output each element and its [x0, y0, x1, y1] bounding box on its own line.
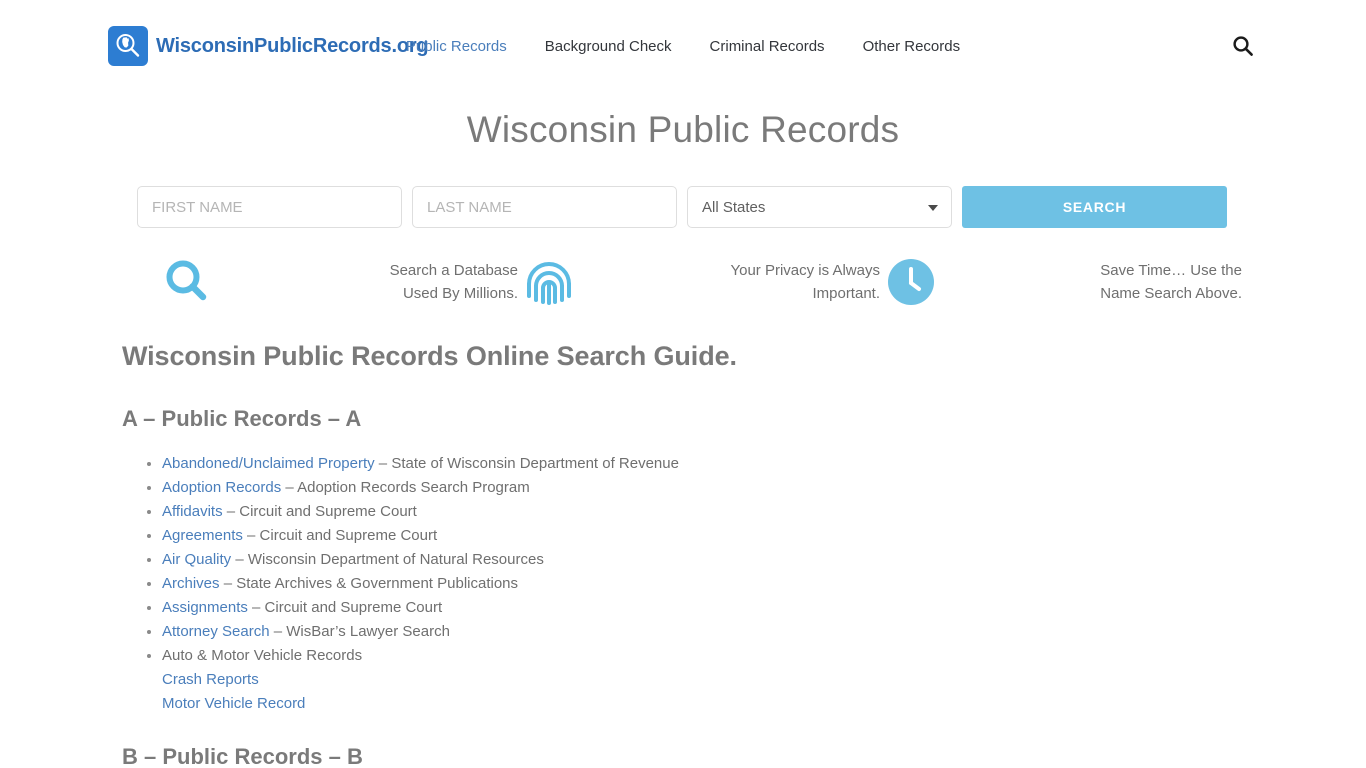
record-link[interactable]: Air Quality [162, 551, 231, 568]
record-description: – Circuit and Supreme Court [242, 527, 438, 544]
feature-text: Search a Database Used By Millions. [228, 259, 522, 306]
record-description: – State of Wisconsin Department of Reven… [374, 455, 679, 472]
state-select-wrapper: All States [687, 186, 952, 228]
record-link[interactable]: Abandoned/Unclaimed Property [162, 455, 375, 472]
record-link[interactable]: Affidavits [162, 503, 223, 520]
list-item: Agreements – Circuit and Supreme Court [147, 524, 1246, 548]
feature-strip: Search a Database Used By Millions. Your… [0, 255, 1366, 309]
nav-item-other-records[interactable]: Other Records [863, 38, 961, 55]
list-item: Crash Reports [162, 668, 1246, 692]
people-search-form: All States SEARCH [0, 186, 1366, 228]
list-item: Assignments – Circuit and Supreme Court [147, 596, 1246, 620]
nav-item-background-check[interactable]: Background Check [545, 38, 672, 55]
feature-line-1: Your Privacy is Always [730, 261, 880, 279]
list-item: Motor Vehicle Record [162, 692, 1246, 716]
record-description: – Circuit and Supreme Court [222, 503, 417, 520]
site-header: WisconsinPublicRecords.org Public Record… [0, 0, 1366, 92]
list-item: Air Quality – Wisconsin Department of Na… [147, 548, 1246, 572]
record-link[interactable]: Agreements [162, 527, 243, 544]
list-item-auto-motor-vehicle: Auto & Motor Vehicle Records Crash Repor… [147, 644, 1246, 716]
main-content: Wisconsin Public Records Online Search G… [0, 341, 1366, 768]
brand-name: WisconsinPublicRecords.org [156, 34, 429, 57]
record-link[interactable]: Attorney Search [162, 623, 270, 640]
header-search-toggle[interactable] [1228, 31, 1258, 61]
record-description: – Adoption Records Search Program [281, 479, 530, 496]
list-item: Attorney Search – WisBar’s Lawyer Search [147, 620, 1246, 644]
state-select[interactable]: All States [687, 186, 952, 228]
magnifier-wisconsin-icon [108, 26, 148, 66]
records-list-a: Abandoned/Unclaimed Property – State of … [122, 452, 1246, 716]
record-description: – WisBar’s Lawyer Search [269, 623, 450, 640]
site-logo[interactable]: WisconsinPublicRecords.org [108, 26, 429, 66]
first-name-input[interactable] [137, 186, 402, 228]
section-heading-a: A – Public Records – A [122, 406, 362, 431]
sub-record-link-motor-vehicle-record[interactable]: Motor Vehicle Record [162, 695, 305, 712]
record-description: – Circuit and Supreme Court [247, 599, 443, 616]
section-heading-b: B – Public Records – B [122, 744, 363, 768]
feature-text: Your Privacy is Always Important. [590, 259, 884, 306]
record-link[interactable]: Assignments [162, 599, 248, 616]
feature-line-1: Search a Database [389, 261, 518, 279]
record-label: Auto & Motor Vehicle Records [162, 647, 363, 664]
last-name-input[interactable] [412, 186, 677, 228]
search-icon [160, 255, 214, 309]
feature-line-2: Used By Millions. [402, 285, 518, 302]
list-item: Archives – State Archives & Government P… [147, 572, 1246, 596]
search-icon [1232, 36, 1254, 60]
feature-privacy: Your Privacy is Always Important. [522, 255, 884, 309]
page-title: Wisconsin Public Records [466, 109, 900, 150]
sub-record-link-crash-reports[interactable]: Crash Reports [162, 671, 259, 688]
fingerprint-icon [522, 255, 576, 309]
feature-text: Save Time… Use the Name Search Above. [952, 259, 1246, 306]
record-link[interactable]: Archives [162, 575, 220, 592]
record-description: – Wisconsin Department of Natural Resour… [231, 551, 544, 568]
nav-item-public-records[interactable]: Public Records [406, 38, 507, 55]
record-link[interactable]: Adoption Records [162, 479, 281, 496]
search-button[interactable]: SEARCH [962, 186, 1227, 228]
clock-icon [884, 255, 938, 309]
feature-line-2: Important. [812, 285, 880, 302]
list-item: Abandoned/Unclaimed Property – State of … [147, 452, 1246, 476]
feature-save-time: Save Time… Use the Name Search Above. [884, 255, 1246, 309]
feature-line-2: Name Search Above. [1100, 285, 1242, 302]
feature-line-1: Save Time… Use the [1100, 261, 1242, 279]
list-item: Affidavits – Circuit and Supreme Court [147, 500, 1246, 524]
guide-title: Wisconsin Public Records Online Search G… [122, 341, 737, 371]
feature-search-database: Search a Database Used By Millions. [160, 255, 522, 309]
list-item: Adoption Records – Adoption Records Sear… [147, 476, 1246, 500]
record-description: – State Archives & Government Publicatio… [219, 575, 519, 592]
sub-links-list: Crash Reports Motor Vehicle Record [162, 668, 1246, 716]
nav-item-criminal-records[interactable]: Criminal Records [710, 38, 825, 55]
